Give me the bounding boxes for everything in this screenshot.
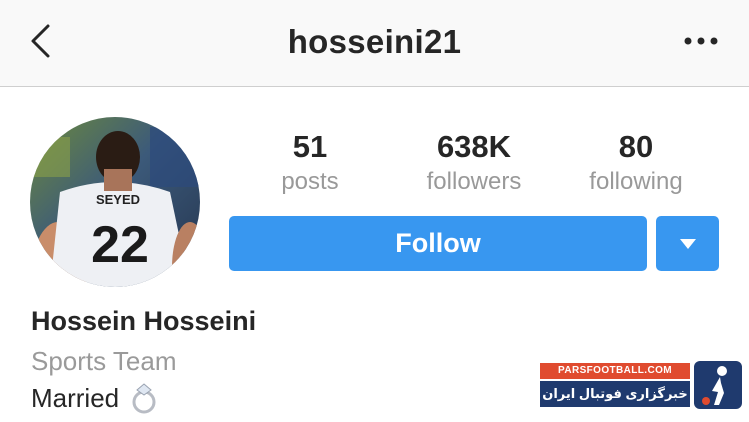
watermark-logo: PARSFOOTBALL.COM خبرگزاری فوتبال ایران bbox=[538, 361, 744, 411]
profile-stats: 51 posts 638K followers 80 following bbox=[230, 128, 720, 203]
top-navigation-bar: hosseini21 bbox=[0, 0, 749, 87]
followers-count: 638K bbox=[436, 129, 512, 164]
following-count: 80 bbox=[618, 129, 654, 164]
profile-avatar[interactable]: SEYED 22 bbox=[30, 117, 200, 287]
more-options-button[interactable] bbox=[679, 30, 723, 52]
profile-username: hosseini21 bbox=[287, 23, 462, 60]
caret-down-icon bbox=[679, 238, 696, 249]
suggested-accounts-dropdown-button[interactable] bbox=[656, 216, 719, 271]
posts-label: posts bbox=[281, 168, 339, 195]
profile-full-name: Hossein Hosseini bbox=[31, 306, 257, 336]
followers-stat[interactable]: 638K followers bbox=[394, 128, 554, 198]
football-player-icon bbox=[694, 361, 742, 409]
followers-label: followers bbox=[426, 168, 522, 195]
posts-stat[interactable]: 51 posts bbox=[230, 128, 390, 198]
jersey-name: SEYED bbox=[96, 192, 140, 207]
ring-icon bbox=[127, 381, 161, 415]
profile-category: Sports Team bbox=[31, 346, 177, 376]
avatar-photo: SEYED 22 bbox=[30, 117, 200, 287]
watermark-site: PARSFOOTBALL.COM bbox=[540, 363, 690, 379]
following-stat[interactable]: 80 following bbox=[556, 128, 716, 198]
more-horizontal-icon bbox=[684, 37, 718, 45]
jersey-number: 22 bbox=[91, 216, 149, 274]
follow-button[interactable]: Follow bbox=[229, 216, 647, 271]
following-label: following bbox=[589, 168, 683, 195]
watermark-tagline: خبرگزاری فوتبال ایران bbox=[540, 381, 690, 407]
profile-bio: Married bbox=[31, 381, 161, 415]
posts-count: 51 bbox=[292, 129, 328, 164]
bio-text: Married bbox=[31, 382, 120, 413]
